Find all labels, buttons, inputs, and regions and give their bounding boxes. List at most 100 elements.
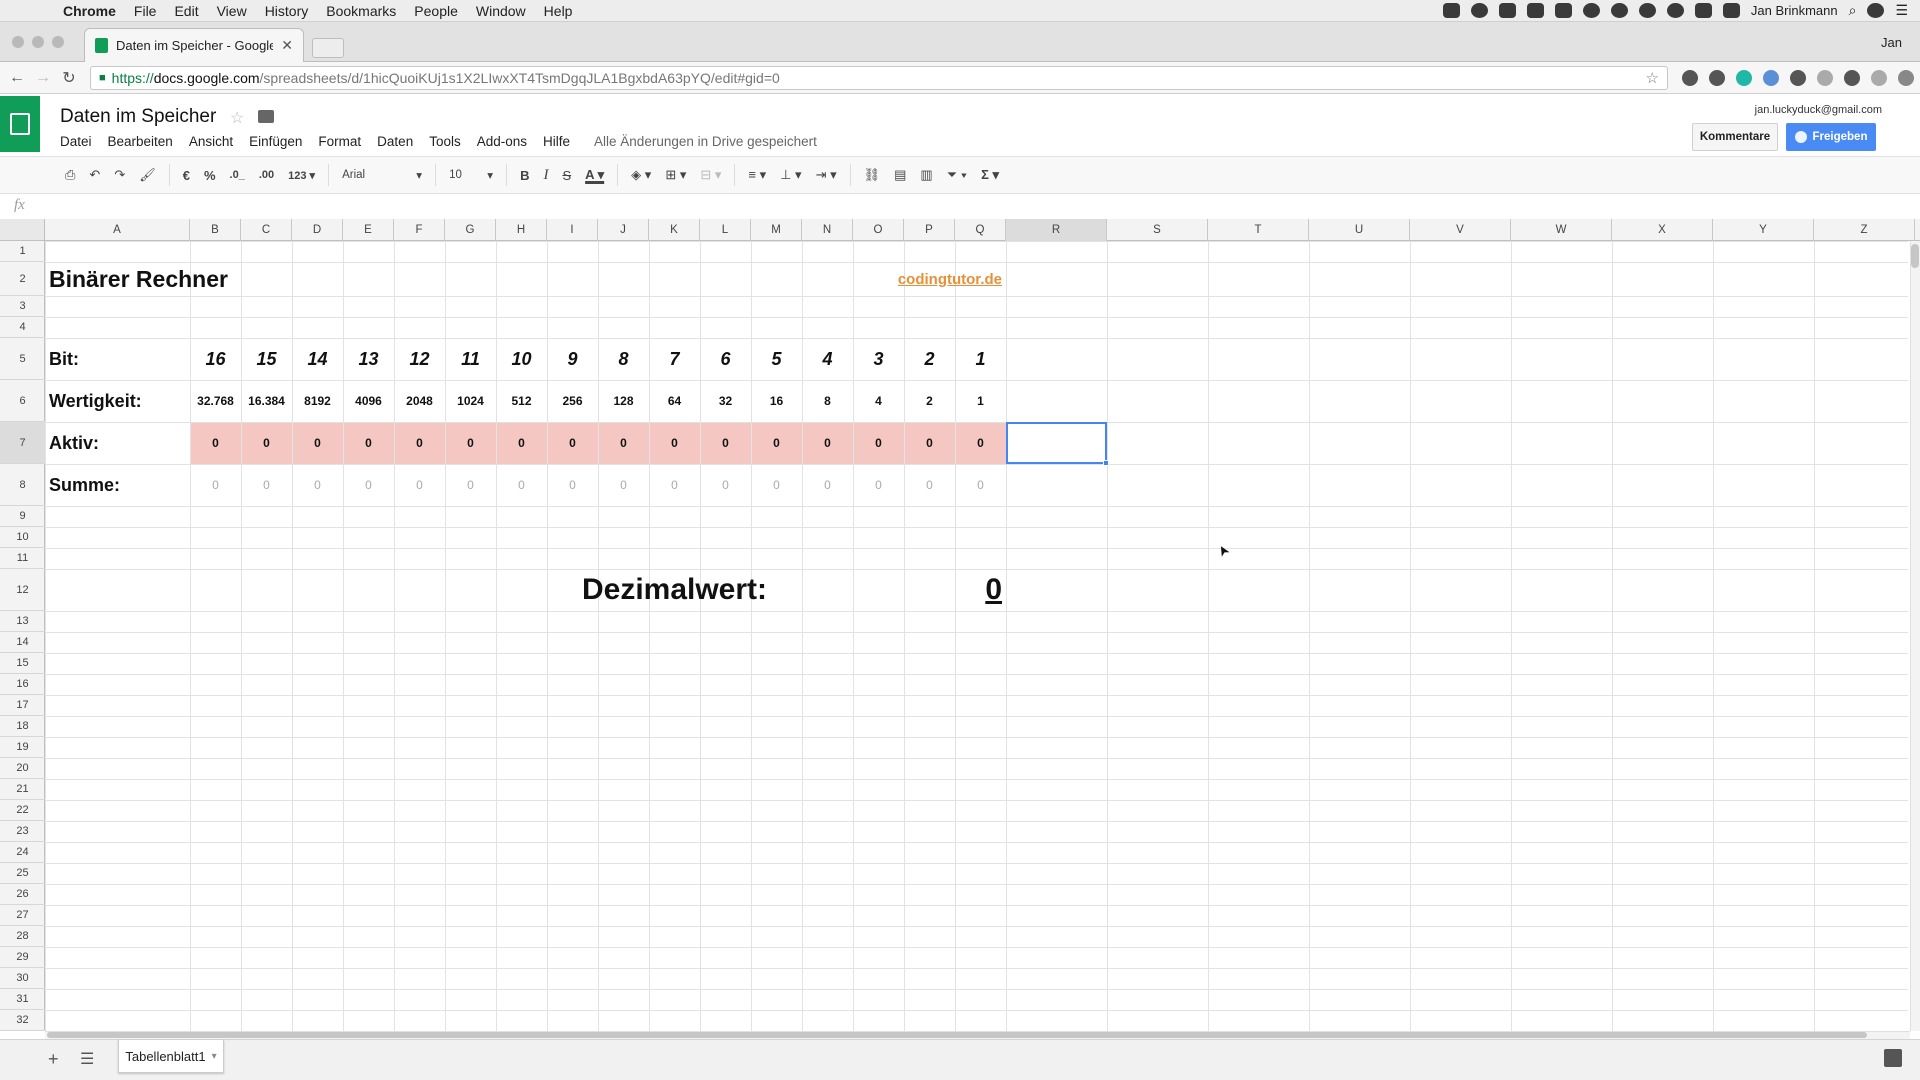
column-header-k[interactable]: K — [649, 219, 700, 241]
pill-extension-icon[interactable] — [1817, 69, 1833, 86]
row-header-24[interactable]: 24 — [0, 842, 45, 863]
m-extension-icon[interactable] — [1736, 69, 1752, 86]
borders-icon[interactable]: ⊞ ▾ — [658, 167, 693, 183]
row-header-3[interactable]: 3 — [0, 296, 45, 317]
currency-format-button[interactable]: € — [176, 168, 197, 183]
volume-icon[interactable] — [1722, 3, 1740, 18]
bookmark-star-icon[interactable]: ☆ — [1646, 69, 1659, 87]
bit-cell[interactable]: 12 — [394, 338, 445, 380]
row-header-11[interactable]: 11 — [0, 548, 45, 569]
share-button[interactable]: Freigeben — [1786, 123, 1876, 151]
doc-menu-item[interactable]: Hilfe — [535, 134, 578, 149]
row-header-29[interactable]: 29 — [0, 947, 45, 968]
column-header-x[interactable]: X — [1612, 219, 1713, 241]
url-field[interactable]: ■ https://docs.google.com/spreadsheets/d… — [90, 65, 1668, 90]
codingtutor-link[interactable]: codingtutor.de — [802, 262, 1002, 296]
font-family-select[interactable]: Arial ▾ — [335, 162, 429, 188]
active-cell[interactable]: 0 — [496, 422, 547, 464]
column-header-l[interactable]: L — [700, 219, 751, 241]
row-header-13[interactable]: 13 — [0, 611, 45, 632]
column-header-a[interactable]: A — [45, 219, 190, 241]
zoom-window-button[interactable] — [52, 36, 64, 48]
redo-icon[interactable]: ↷ — [107, 167, 132, 183]
select-all-corner[interactable] — [0, 219, 45, 241]
weight-cell[interactable]: 8192 — [292, 380, 343, 422]
gmail-icon[interactable] — [1554, 3, 1572, 18]
column-header-e[interactable]: E — [343, 219, 394, 241]
camera-extension-icon[interactable] — [1871, 69, 1887, 86]
active-cell[interactable]: 0 — [649, 422, 700, 464]
row-header-21[interactable]: 21 — [0, 779, 45, 800]
column-header-w[interactable]: W — [1511, 219, 1612, 241]
weight-cell[interactable]: 128 — [598, 380, 649, 422]
percent-format-button[interactable]: % — [197, 168, 223, 183]
active-cell[interactable]: 0 — [598, 422, 649, 464]
insert-link-icon[interactable]: ⛓ — [857, 167, 888, 183]
column-header-y[interactable]: Y — [1713, 219, 1814, 241]
sum-cell[interactable]: 0 — [190, 464, 241, 506]
weight-cell[interactable]: 4 — [853, 380, 904, 422]
column-header-b[interactable]: B — [190, 219, 241, 241]
horizontal-scrollbar[interactable] — [45, 1031, 1910, 1039]
row-header-7[interactable]: 7 — [0, 422, 45, 464]
plus-tray-icon[interactable] — [1526, 3, 1544, 18]
weight-cell[interactable]: 32 — [700, 380, 751, 422]
insert-chart-icon[interactable]: ▥ — [913, 167, 939, 183]
macos-menu-item[interactable]: Edit — [165, 3, 207, 19]
insert-comment-icon[interactable]: ▤ — [887, 167, 913, 183]
vertical-align-icon[interactable]: ⊥ ▾ — [773, 167, 808, 183]
row-header-25[interactable]: 25 — [0, 863, 45, 884]
bit-cell[interactable]: 9 — [547, 338, 598, 380]
leaf-extension-icon[interactable] — [1844, 69, 1860, 86]
text-wrap-icon[interactable]: ⇥ ▾ — [809, 167, 844, 183]
bit-cell[interactable]: 3 — [853, 338, 904, 380]
horizontal-scroll-thumb[interactable] — [47, 1032, 1867, 1038]
strikethrough-button[interactable]: S — [555, 168, 578, 183]
weight-cell[interactable]: 2048 — [394, 380, 445, 422]
bit-cell[interactable]: 16 — [190, 338, 241, 380]
row-header-4[interactable]: 4 — [0, 317, 45, 338]
close-window-button[interactable] — [12, 36, 24, 48]
row-header-18[interactable]: 18 — [0, 716, 45, 737]
weight-cell[interactable]: 16 — [751, 380, 802, 422]
sum-cell[interactable]: 0 — [904, 464, 955, 506]
row-header-23[interactable]: 23 — [0, 821, 45, 842]
weight-cell[interactable]: 32.768 — [190, 380, 241, 422]
doc-menu-item[interactable]: Format — [310, 134, 369, 149]
sheet-tab[interactable]: Tabellenblatt1 ▾ — [118, 1040, 224, 1073]
macos-menu-item[interactable]: Help — [535, 3, 582, 19]
bit-cell[interactable]: 6 — [700, 338, 751, 380]
macos-menu-item[interactable]: Chrome — [54, 3, 125, 19]
row-header-6[interactable]: 6 — [0, 380, 45, 422]
macos-menu-item[interactable]: Window — [467, 3, 535, 19]
browser-tab[interactable]: Daten im Speicher - Google Ta ✕ — [84, 28, 304, 62]
sum-cell[interactable]: 0 — [751, 464, 802, 506]
row-header-8[interactable]: 8 — [0, 464, 45, 506]
column-header-c[interactable]: C — [241, 219, 292, 241]
bit-cell[interactable]: 11 — [445, 338, 496, 380]
active-cell[interactable]: 0 — [292, 422, 343, 464]
screen-extension-icon[interactable] — [1763, 69, 1779, 86]
bold-button[interactable]: B — [513, 168, 536, 183]
macos-menu-item[interactable]: File — [125, 3, 166, 19]
selected-cell-r7[interactable] — [1006, 422, 1107, 464]
evernote-extension-icon[interactable] — [1790, 69, 1806, 86]
italic-button[interactable]: I — [536, 167, 555, 184]
bit-cell[interactable]: 10 — [496, 338, 547, 380]
more-formats-dropdown[interactable]: 123 ▾ — [281, 169, 322, 182]
doc-menu-item[interactable]: Tools — [421, 134, 469, 149]
column-header-h[interactable]: H — [496, 219, 547, 241]
column-header-q[interactable]: Q — [955, 219, 1006, 241]
active-cell[interactable]: 0 — [802, 422, 853, 464]
active-cell[interactable]: 0 — [955, 422, 1006, 464]
bit-cell[interactable]: 1 — [955, 338, 1006, 380]
doc-title[interactable]: Daten im Speicher — [60, 106, 216, 128]
cloud-icon[interactable] — [1470, 3, 1488, 18]
back-icon[interactable]: ← — [4, 69, 30, 87]
sum-cell[interactable]: 0 — [598, 464, 649, 506]
macos-menu-item[interactable]: Bookmarks — [317, 3, 405, 19]
column-header-i[interactable]: I — [547, 219, 598, 241]
row-header-32[interactable]: 32 — [0, 1010, 45, 1031]
time-machine-icon[interactable] — [1666, 3, 1684, 18]
row-header-27[interactable]: 27 — [0, 905, 45, 926]
